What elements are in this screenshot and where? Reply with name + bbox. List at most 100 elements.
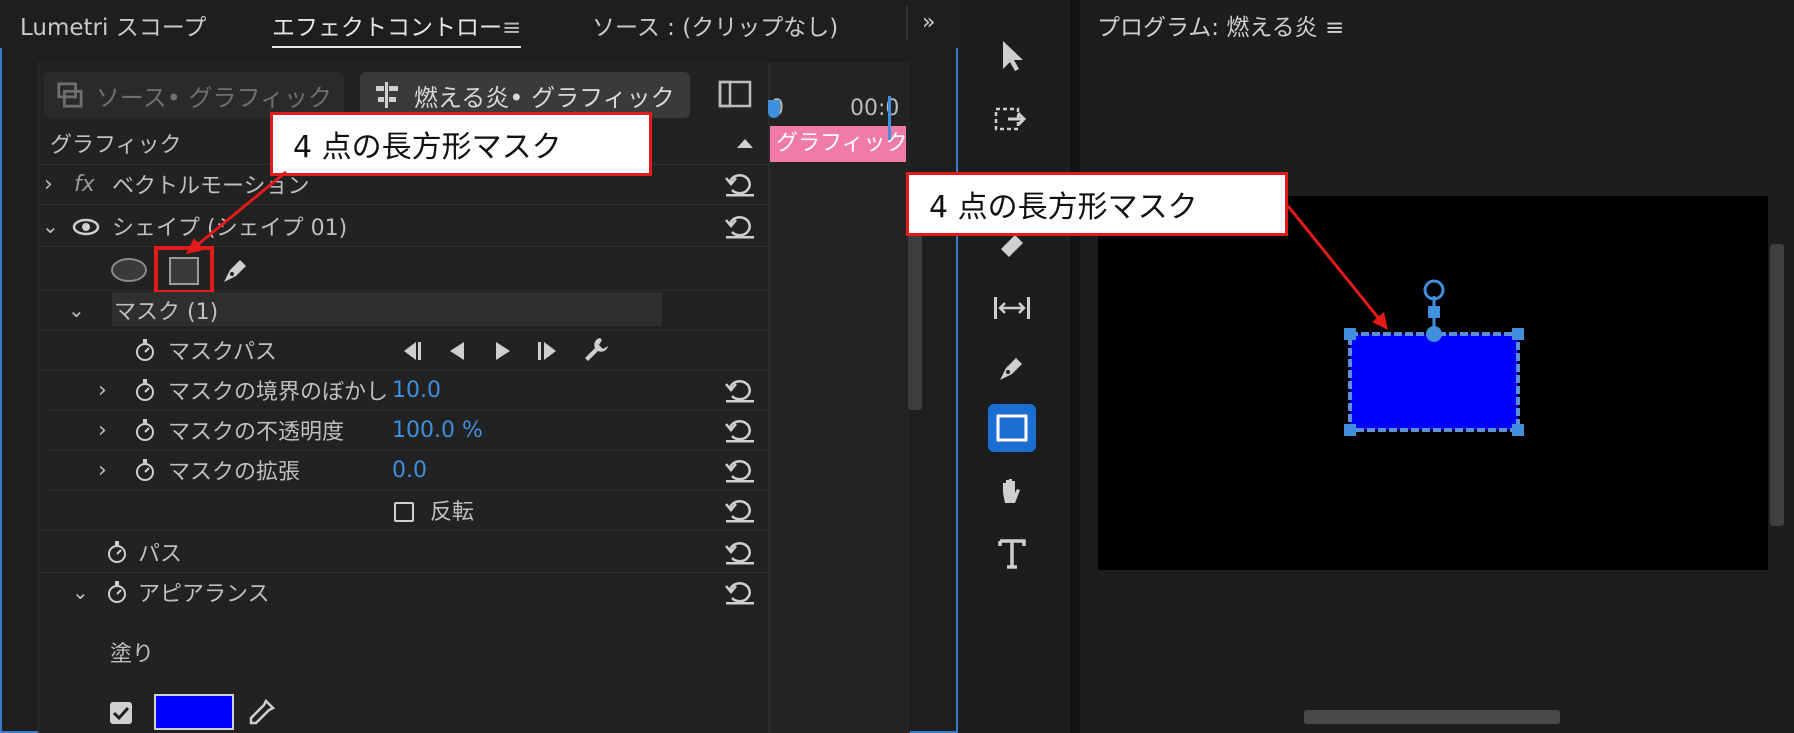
eye-icon[interactable] <box>72 218 100 236</box>
tools-panel <box>958 0 1070 733</box>
sequence-graphic-label: 燃える炎• グラフィック <box>414 83 675 112</box>
mask-feather-row: › マスクの境界のぼかし 10.0 <box>48 370 768 411</box>
shape-label: シェイプ (シェイプ 01) <box>112 216 348 241</box>
mask-opacity-value[interactable]: 100.0 % <box>392 418 483 443</box>
stopwatch-icon[interactable] <box>106 580 128 604</box>
stopwatch-icon[interactable] <box>134 458 156 482</box>
fill-checkbox[interactable] <box>110 702 132 724</box>
expand-chevron-icon[interactable]: › <box>98 378 107 403</box>
panel-divider[interactable] <box>1070 0 1080 733</box>
collapse-chevron-icon[interactable]: ⌄ <box>42 214 59 238</box>
tab-separator <box>906 6 908 40</box>
reset-icon[interactable] <box>724 416 756 444</box>
tab-effect-controls-label: エフェクトコントロー <box>272 15 502 41</box>
reset-icon[interactable] <box>724 538 756 566</box>
mask-invert-row: 反転 <box>38 490 768 531</box>
eyedropper-icon[interactable] <box>246 698 276 728</box>
reset-icon[interactable] <box>724 578 756 606</box>
expand-chevron-icon[interactable]: › <box>44 172 53 197</box>
mask-path-row: マスクパス <box>38 330 768 371</box>
program-menu-icon[interactable]: ≡ <box>1325 15 1344 41</box>
track-back-one-icon[interactable] <box>400 340 426 362</box>
mask-feather-label: マスクの境界のぼかし <box>168 380 389 405</box>
selection-arrow-icon <box>1003 41 1023 71</box>
hand-tool[interactable] <box>988 468 1036 516</box>
graphic-layer-icon <box>57 82 83 108</box>
expand-chevron-icon[interactable]: › <box>98 418 107 443</box>
mask-tools-row <box>38 246 768 294</box>
pen-mask-icon[interactable] <box>220 254 252 286</box>
hand-icon <box>1003 479 1020 503</box>
slip-tool[interactable] <box>988 284 1036 332</box>
mask-expansion-label: マスクの拡張 <box>168 460 301 485</box>
playhead-left[interactable] <box>768 100 780 118</box>
ellipse-mask-icon[interactable] <box>110 257 148 283</box>
mask-opacity-label: マスクの不透明度 <box>168 420 345 445</box>
mask-label: マスク (1) <box>114 300 219 325</box>
program-title-label: プログラム: 燃える炎 <box>1097 15 1318 41</box>
expand-chevron-icon[interactable]: › <box>98 458 107 483</box>
align-icon <box>376 82 398 108</box>
stopwatch-icon[interactable] <box>134 418 156 442</box>
wrench-icon[interactable] <box>582 336 610 364</box>
type-tool[interactable] <box>988 530 1036 578</box>
rectangle-tool[interactable] <box>988 404 1036 452</box>
graphic-header-label: グラフィック <box>50 133 182 158</box>
appearance-row: ⌄ アピアランス <box>38 572 768 612</box>
path-row: パス <box>38 532 768 573</box>
program-vertical-scrollbar[interactable] <box>1770 244 1784 526</box>
callout-right: 4 点の長方形マスク <box>906 172 1288 236</box>
invert-label: 反転 <box>430 500 475 525</box>
timeline-graphic-clip[interactable]: グラフィック <box>770 126 906 162</box>
shape-row[interactable]: ⌄ シェイプ (シェイプ 01) <box>38 206 768 247</box>
stopwatch-icon[interactable] <box>134 338 156 362</box>
appearance-label: アピアランス <box>138 582 270 607</box>
reset-icon[interactable] <box>724 496 756 524</box>
track-backward-icon[interactable] <box>448 340 468 362</box>
tab-source[interactable]: ソース : (クリップなし) <box>592 8 838 42</box>
rectangle-icon <box>996 414 1028 442</box>
mask-expansion-value[interactable]: 0.0 <box>392 458 427 483</box>
checkmark-icon <box>112 706 130 721</box>
invert-checkbox[interactable] <box>394 502 414 522</box>
program-monitor-title[interactable]: プログラム: 燃える炎 ≡ <box>1097 8 1344 42</box>
mask-feather-value[interactable]: 10.0 <box>392 378 441 403</box>
collapse-up-icon[interactable] <box>736 137 754 149</box>
collapse-chevron-icon[interactable]: ⌄ <box>72 580 89 604</box>
mask-row[interactable]: ⌄ マスク (1) <box>38 290 768 331</box>
path-label: パス <box>138 542 183 567</box>
tab-lumetri-scopes[interactable]: Lumetri スコープ <box>20 8 206 42</box>
stopwatch-icon[interactable] <box>134 378 156 402</box>
rectangle-mask-shape[interactable] <box>1330 276 1530 446</box>
playhead[interactable] <box>888 96 891 140</box>
panel-overflow-icon[interactable]: » <box>922 10 935 35</box>
track-forward-one-icon[interactable] <box>534 340 560 362</box>
reset-icon[interactable] <box>724 212 756 240</box>
tab-menu-icon[interactable]: ≡ <box>502 15 521 41</box>
reset-icon[interactable] <box>724 376 756 404</box>
selection-tool[interactable] <box>988 32 1036 80</box>
rectangle-mask-icon[interactable] <box>168 256 200 286</box>
reset-icon[interactable] <box>724 170 756 198</box>
timeline-tick-right: 00:0 <box>850 96 900 121</box>
reset-icon[interactable] <box>724 456 756 484</box>
track-forward-icon[interactable] <box>492 340 512 362</box>
source-graphic-label: ソース• グラフィック <box>95 83 332 112</box>
pen-icon <box>1000 358 1022 380</box>
left-tab-bar: Lumetri スコープ エフェクトコントロー≡ ソース : (クリップなし) … <box>0 0 958 48</box>
toggle-timeline-icon[interactable] <box>718 80 752 108</box>
tab-effect-controls[interactable]: エフェクトコントロー≡ <box>272 8 522 48</box>
stopwatch-icon[interactable] <box>106 540 128 564</box>
pen-tool[interactable] <box>988 344 1036 392</box>
mini-timeline[interactable] <box>768 62 910 733</box>
program-horizontal-scrollbar[interactable] <box>1304 710 1560 724</box>
fill-color-swatch[interactable] <box>154 694 234 730</box>
mask-expansion-row: › マスクの拡張 0.0 <box>48 450 768 491</box>
collapse-chevron-icon[interactable]: ⌄ <box>68 298 85 322</box>
track-select-tool[interactable] <box>988 96 1036 144</box>
mask-path-label: マスクパス <box>168 340 277 365</box>
mask-opacity-row: › マスクの不透明度 100.0 % <box>48 410 768 451</box>
fill-label: 塗り <box>110 642 155 667</box>
slip-icon <box>994 297 1030 319</box>
type-icon <box>998 539 1026 569</box>
